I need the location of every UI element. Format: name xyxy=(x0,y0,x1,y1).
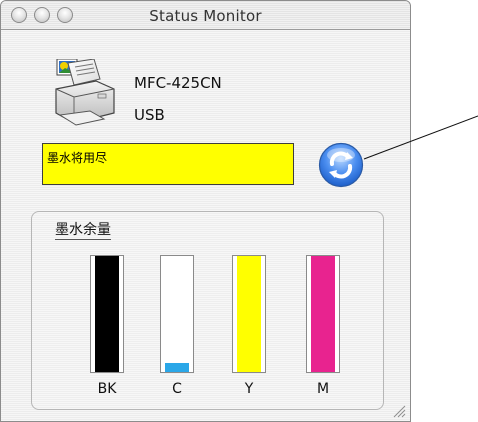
status-monitor-window: Status Monitor MFC-425CN USB 墨水将用尽 墨水余量 … xyxy=(0,0,411,422)
title-bar[interactable]: Status Monitor xyxy=(1,1,410,30)
cartridge-bk xyxy=(90,255,124,373)
ink-level-title: 墨水余量 xyxy=(55,222,111,240)
cartridge-y xyxy=(232,255,266,373)
ink-level-group: 墨水余量 BK C Y M xyxy=(31,211,384,410)
status-message-box: 墨水将用尽 xyxy=(42,143,294,185)
status-message: 墨水将用尽 xyxy=(47,151,108,165)
cartridge-m xyxy=(306,255,340,373)
cartridge-m-fill xyxy=(311,256,335,372)
cartridge-bk-fill xyxy=(95,256,119,372)
printer-model: MFC-425CN xyxy=(134,74,222,92)
cartridge-y-fill xyxy=(237,256,261,372)
cartridge-m-label: M xyxy=(316,381,330,397)
refresh-button[interactable] xyxy=(318,142,364,188)
resize-grip-icon[interactable] xyxy=(392,404,406,418)
printer-connection: USB xyxy=(134,106,165,124)
cartridge-bk-label: BK xyxy=(97,381,117,397)
cartridge-y-label: Y xyxy=(244,381,254,397)
cartridge-c-fill xyxy=(165,362,189,372)
cartridge-c-label: C xyxy=(172,381,182,397)
window-title: Status Monitor xyxy=(149,7,262,25)
cartridge-c xyxy=(160,255,194,373)
printer-icon xyxy=(55,59,115,126)
